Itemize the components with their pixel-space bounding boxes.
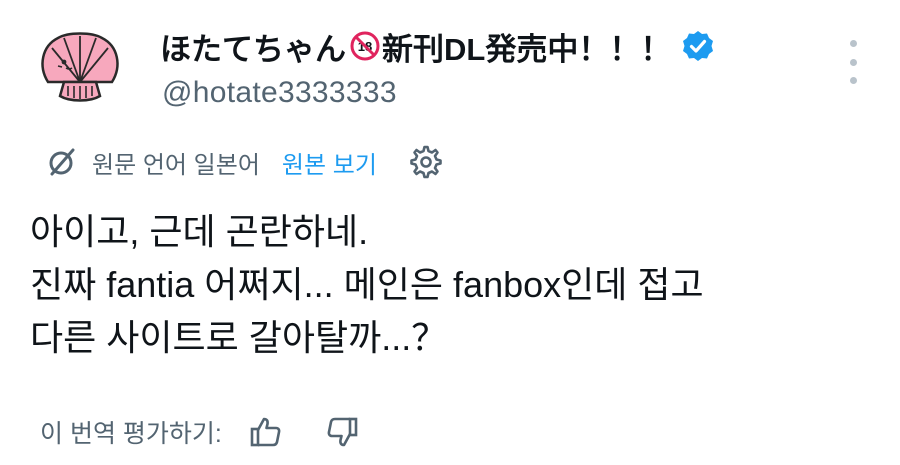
rate-translation-label: 이 번역 평가하기:: [40, 420, 222, 448]
more-dot: [849, 40, 857, 47]
tweet-line: 아이고, 근데 곤란하네.: [30, 211, 369, 252]
display-name-prefix: ほたてちゃん: [160, 31, 346, 67]
source-language-label: 원문 언어 일본어: [92, 151, 260, 179]
author-display-name[interactable]: ほたてちゃん 18 新刊DL発売中！！！: [160, 26, 715, 67]
more-dot: [849, 58, 857, 66]
thumbs-up-icon[interactable]: [248, 414, 284, 450]
translation-bar: 원문 언어 일본어 원본 보기: [44, 142, 443, 182]
translate-icon: [44, 144, 80, 180]
rate-translation-bar: 이 번역 평가하기:: [40, 412, 360, 452]
show-original-link[interactable]: 원본 보기: [282, 145, 377, 180]
tweet-card: ほたてちゃん 18 新刊DL発売中！！！ @hotate3333333: [0, 0, 900, 465]
tweet-line: 진짜 fantia 어쩌지... 메인은 fanbox인데 접고: [30, 264, 704, 305]
tweet-line: 다른 사이트로 갈아탈까...？: [30, 317, 448, 358]
verified-badge-icon: [681, 29, 715, 63]
gear-icon[interactable]: [409, 145, 443, 179]
author-handle[interactable]: @hotate3333333: [162, 76, 397, 110]
r18-badge-icon: 18: [350, 31, 380, 61]
tweet-text: 아이고, 근데 곤란하네. 진짜 fantia 어쩌지... 메인은 fanbo…: [30, 205, 880, 364]
author-avatar[interactable]: [28, 20, 132, 124]
more-dot: [849, 77, 857, 84]
scallop-shell-avatar-icon: [41, 32, 119, 102]
more-options-icon[interactable]: [842, 40, 864, 84]
thumbs-down-icon[interactable]: [324, 414, 360, 450]
display-name-suffix: 新刊DL発売中！！！: [382, 31, 672, 67]
